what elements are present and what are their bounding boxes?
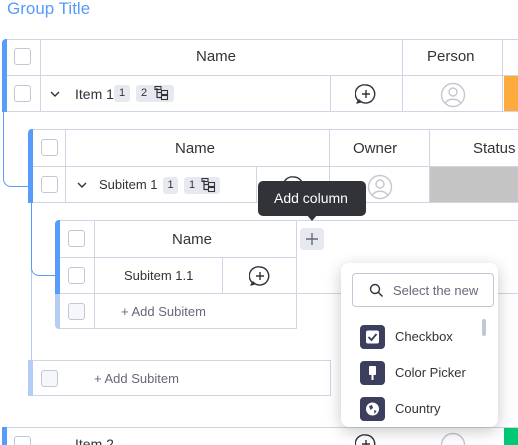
item-status-cell[interactable]	[504, 76, 518, 111]
subitem-status-cell[interactable]	[430, 167, 518, 202]
color-picker-icon	[360, 361, 385, 385]
subitems-column-header-status[interactable]: Status	[473, 140, 516, 157]
item-count-badge: 1	[114, 85, 130, 102]
select-all-checkbox[interactable]	[14, 48, 31, 65]
subitems-column-header-owner[interactable]: Owner	[353, 140, 397, 157]
item-status-cell[interactable]	[504, 428, 518, 445]
checkbox-icon	[360, 325, 385, 349]
nested-select-all-checkbox[interactable]	[68, 230, 85, 247]
chevron-down-icon[interactable]	[76, 178, 88, 196]
tooltip-text: Add column	[274, 190, 348, 206]
item-checkbox[interactable]	[14, 436, 31, 445]
dropdown-scrollbar[interactable]	[482, 319, 486, 336]
item-name[interactable]: Item 1	[75, 86, 114, 102]
subitems-add-bar	[28, 360, 33, 396]
nested-subitems-count-badge[interactable]: 1	[184, 177, 220, 194]
column-option-color-picker[interactable]: Color Picker	[341, 359, 481, 387]
add-update-icon[interactable]	[354, 433, 377, 445]
nested-subitem-checkbox[interactable]	[68, 267, 85, 284]
subitems-count: 2	[141, 87, 148, 99]
column-search-input[interactable]: Select the new	[352, 273, 494, 307]
nested-add-checkbox	[68, 303, 85, 320]
column-header-name[interactable]: Name	[196, 48, 236, 65]
column-header-person[interactable]: Person	[427, 48, 475, 65]
plus-icon	[306, 233, 318, 245]
column-option-checkbox[interactable]: Checkbox	[341, 323, 481, 351]
tree-connector	[3, 112, 31, 187]
nested-tree-connector	[31, 203, 56, 276]
column-option-country[interactable]: Country	[341, 395, 481, 423]
add-column-button[interactable]	[300, 228, 324, 250]
nested-add-bar	[55, 294, 60, 329]
person-avatar-icon[interactable]	[440, 82, 466, 113]
subitems-tree-icon	[201, 178, 217, 193]
subitem-name[interactable]: Subitem 1	[99, 177, 158, 192]
subitems-tree-icon	[154, 86, 170, 101]
option-label: Country	[395, 401, 441, 416]
nested-subitems-count: 1	[189, 179, 196, 191]
item-checkbox[interactable]	[14, 85, 31, 102]
add-update-icon[interactable]	[354, 83, 377, 110]
search-placeholder: Select the new	[393, 283, 479, 298]
person-avatar-icon[interactable]	[440, 432, 466, 445]
column-picker-dropdown: Select the new Checkbox Color Picker Cou…	[341, 263, 498, 427]
chevron-down-icon[interactable]	[49, 87, 61, 105]
option-label: Checkbox	[395, 329, 453, 344]
subitems-select-all-checkbox[interactable]	[41, 139, 58, 156]
option-label: Color Picker	[395, 365, 466, 380]
add-subitem-button[interactable]: + Add Subitem	[94, 371, 179, 386]
owner-avatar-icon[interactable]	[367, 174, 393, 205]
subitem-count-badge: 1	[163, 177, 178, 194]
subitems-column-header-name[interactable]: Name	[175, 140, 215, 157]
nested-add-subitem-button[interactable]: + Add Subitem	[121, 304, 206, 319]
group-color-bar-bottom	[2, 427, 7, 445]
country-icon	[360, 397, 385, 421]
search-icon	[369, 283, 384, 303]
nested-subitem-name[interactable]: Subitem 1.1	[124, 268, 193, 283]
subitems-count-badge[interactable]: 2	[136, 85, 174, 102]
group-title[interactable]: Group Title	[7, 0, 90, 19]
item-name[interactable]: Item 2	[75, 436, 114, 445]
nested-column-header-name[interactable]: Name	[172, 231, 212, 248]
nested-add-update-icon[interactable]	[248, 265, 271, 292]
subitem-checkbox[interactable]	[41, 176, 58, 193]
subitems-add-checkbox	[41, 370, 58, 387]
